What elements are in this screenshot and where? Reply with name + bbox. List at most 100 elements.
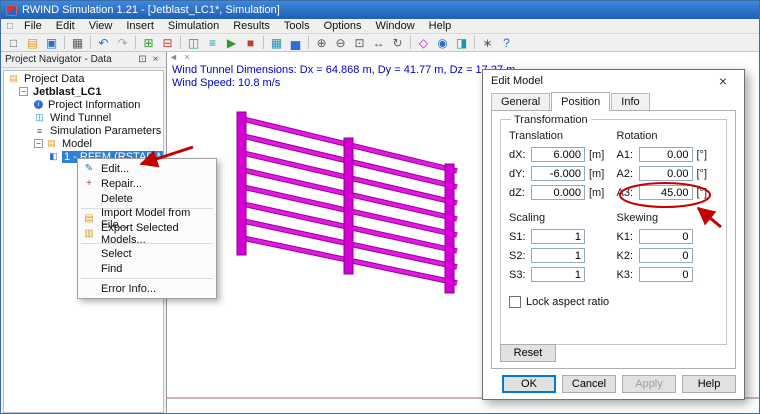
a2-input[interactable]	[639, 166, 693, 181]
s1-input[interactable]	[531, 229, 585, 244]
wind-tunnel-icon: ◫	[34, 112, 45, 123]
toolbar-separator	[135, 36, 136, 49]
tree-item-model[interactable]: − ▤ Model	[4, 137, 163, 150]
zoom-out-icon[interactable]: ⊖	[331, 35, 350, 51]
apply-button[interactable]: Apply	[622, 375, 676, 393]
close-icon[interactable]: ×	[710, 70, 736, 92]
a2-label: A2:	[617, 168, 639, 180]
new-file-icon[interactable]: □	[4, 35, 23, 51]
camera-icon[interactable]: ◉	[433, 35, 452, 51]
close-icon[interactable]: ×	[149, 54, 162, 65]
view-isometric-icon[interactable]: ◇	[414, 35, 433, 51]
tree-item-label: Wind Tunnel	[48, 112, 113, 124]
collapse-expander-icon[interactable]: −	[19, 87, 28, 96]
add-model-icon[interactable]: ⊞	[139, 35, 158, 51]
tree-item-project-information[interactable]: i Project Information	[4, 98, 163, 111]
results-table-icon[interactable]: ▦	[267, 35, 286, 51]
tree-item-label: Model	[60, 138, 94, 150]
simulation-parameters-icon[interactable]: ≡	[203, 35, 222, 51]
document-icon[interactable]: □	[3, 21, 17, 32]
menu-help[interactable]: Help	[422, 19, 459, 34]
navigator-title: Project Navigator - Data	[5, 54, 136, 65]
cancel-button[interactable]: Cancel	[562, 375, 616, 393]
menu-bar: □ File Edit View Insert Simulation Resul…	[1, 19, 760, 34]
k3-input[interactable]	[639, 267, 693, 282]
help-button[interactable]: Help	[682, 375, 736, 393]
tree-item-project-data[interactable]: ▤ Project Data	[4, 72, 163, 85]
context-menu-repair[interactable]: + Repair...	[78, 176, 216, 191]
help-icon[interactable]: ?	[497, 35, 516, 51]
menu-tools[interactable]: Tools	[277, 19, 317, 34]
tab-position[interactable]: Position	[551, 92, 610, 111]
menu-insert[interactable]: Insert	[119, 19, 161, 34]
movie-icon[interactable]: ◨	[452, 35, 471, 51]
rotate-view-icon[interactable]: ↻	[388, 35, 407, 51]
menu-results[interactable]: Results	[226, 19, 277, 34]
context-menu-edit[interactable]: ✎ Edit...	[78, 161, 216, 176]
menu-options[interactable]: Options	[317, 19, 369, 34]
context-menu-select[interactable]: Select	[78, 246, 216, 261]
settings-icon[interactable]: ∗	[478, 35, 497, 51]
k2-input[interactable]	[639, 248, 693, 263]
save-icon[interactable]: ▣	[42, 35, 61, 51]
tree-item-jetblast-lc1[interactable]: − Jetblast_LC1	[4, 85, 163, 98]
menu-view[interactable]: View	[82, 19, 120, 34]
tab-info[interactable]: Info	[611, 93, 649, 111]
chart-icon[interactable]: ▅	[286, 35, 305, 51]
print-icon[interactable]: ▦	[68, 35, 87, 51]
context-menu-export-models[interactable]: ▥ Export Selected Models...	[78, 226, 216, 241]
context-menu-error-info[interactable]: Error Info...	[78, 281, 216, 296]
s2-input[interactable]	[531, 248, 585, 263]
zoom-window-icon[interactable]: ⊡	[350, 35, 369, 51]
k1-input[interactable]	[639, 229, 693, 244]
dy-input[interactable]	[531, 166, 585, 181]
delete-model-icon[interactable]: ⊟	[158, 35, 177, 51]
info-icon: i	[34, 100, 43, 109]
a1-input[interactable]	[639, 147, 693, 162]
dz-input[interactable]	[531, 185, 585, 200]
menu-window[interactable]: Window	[369, 19, 422, 34]
a3-input[interactable]	[639, 185, 693, 200]
k2-label: K2:	[617, 250, 639, 262]
s3-label: S3:	[509, 269, 531, 281]
collapse-expander-icon[interactable]: −	[34, 139, 43, 148]
lock-aspect-checkbox[interactable]	[509, 296, 521, 308]
pin-icon[interactable]: ⊡	[136, 54, 149, 65]
tree-item-simulation-parameters[interactable]: ≡ Simulation Parameters	[4, 124, 163, 137]
context-menu-delete[interactable]: Delete	[78, 191, 216, 206]
a1-unit: [°]	[697, 149, 708, 161]
group-title: Transformation	[511, 114, 591, 126]
model-icon: ◧	[48, 151, 59, 162]
reset-button[interactable]: Reset	[500, 344, 556, 362]
dy-label: dY:	[509, 168, 531, 180]
open-folder-icon[interactable]: ▤	[23, 35, 42, 51]
tree-item-wind-tunnel[interactable]: ◫ Wind Tunnel	[4, 111, 163, 124]
title-bar: RWIND Simulation 1.21 - [Jetblast_LC1*, …	[1, 1, 760, 19]
tree-item-label: Jetblast_LC1	[31, 86, 103, 98]
context-menu-find[interactable]: Find	[78, 261, 216, 276]
menu-simulation[interactable]: Simulation	[161, 19, 226, 34]
export-icon: ▥	[82, 228, 96, 239]
navigator-header: Project Navigator - Data ⊡ ×	[1, 52, 166, 68]
undo-icon[interactable]: ↶	[94, 35, 113, 51]
tab-general[interactable]: General	[491, 93, 550, 111]
main-toolbar: □ ▤ ▣ ▦ ↶ ↷ ⊞ ⊟ ◫ ≡ ▶ ■ ▦ ▅ ⊕ ⊖ ⊡ ↔ ↻ ◇ …	[1, 34, 760, 52]
redo-icon[interactable]: ↷	[113, 35, 132, 51]
dx-input[interactable]	[531, 147, 585, 162]
menu-file[interactable]: File	[17, 19, 49, 34]
ok-button[interactable]: OK	[502, 375, 556, 393]
a1-label: A1:	[617, 149, 639, 161]
toolbar-separator	[263, 36, 264, 49]
toolbar-separator	[410, 36, 411, 49]
menu-edit[interactable]: Edit	[49, 19, 82, 34]
pan-view-icon[interactable]: ↔	[369, 35, 388, 51]
zoom-in-icon[interactable]: ⊕	[312, 35, 331, 51]
stop-simulation-icon[interactable]: ■	[241, 35, 260, 51]
start-simulation-icon[interactable]: ▶	[222, 35, 241, 51]
wind-tunnel-icon[interactable]: ◫	[184, 35, 203, 51]
toolbar-separator	[90, 36, 91, 49]
toolbar-separator	[474, 36, 475, 49]
s3-input[interactable]	[531, 267, 585, 282]
folder-icon: ▤	[46, 138, 57, 149]
dialog-title-bar[interactable]: Edit Model ×	[483, 70, 744, 92]
